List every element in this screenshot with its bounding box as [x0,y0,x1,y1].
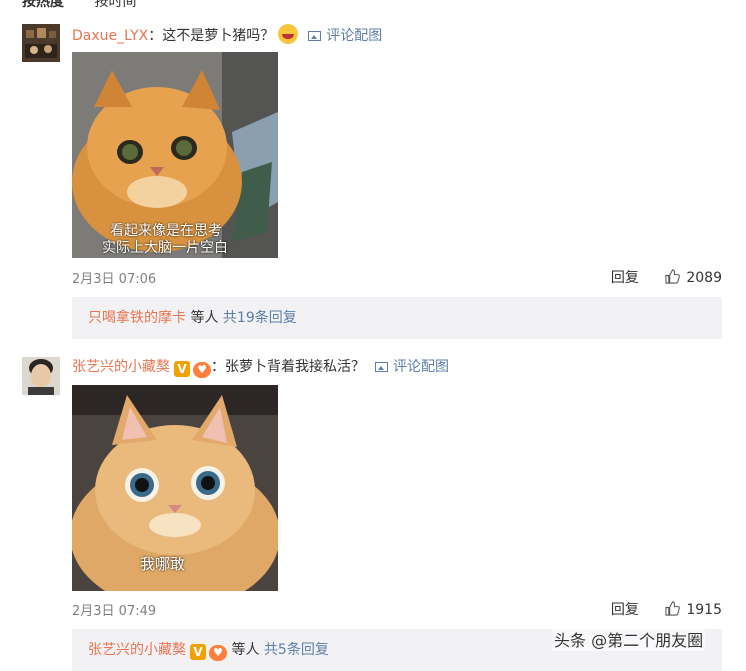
like-button[interactable]: 2089 [665,269,722,286]
avatar[interactable] [22,24,60,62]
thumbs-up-icon [665,269,681,284]
comment-photo[interactable]: 我哪敢 [72,385,278,591]
sort-hot-tab[interactable]: 按热度 [22,0,64,10]
reply-user-link[interactable]: 只喝拿铁的摩卡 [88,310,186,326]
reply-button[interactable]: 回复 [611,602,639,618]
thumbs-up-icon [665,601,681,616]
view-replies-link[interactable]: 共5条回复 [264,642,329,658]
view-replies-link[interactable]: 共19条回复 [223,310,297,326]
username-link[interactable]: Daxue_LYX [72,28,148,44]
reply-mid-text: 等人 [186,310,223,326]
comment-line: Daxue_LYX：这不是萝卜猪吗？ 评论配图 [72,24,382,46]
like-count: 1915 [686,602,722,618]
comment-actions: 回复 2089 [611,267,722,287]
comment-2: 张艺兴的小藏獒 V ♥ ：张萝卜背着我接私活？ 评论配图 我哪敢 2月3日 07:49 … [22,357,722,671]
sort-time-tab[interactable]: 按时间 [94,0,136,10]
image-caption-2: 实际上大脑一片空白 [102,240,228,256]
comment-pic-label: 评论配图 [326,28,383,44]
comment-text: ：张萝卜背着我接私活？ [211,359,365,375]
reply-mid-text: 等人 [227,642,264,658]
verified-badge-icon: V [190,644,206,660]
verified-badge-icon: V [174,361,190,377]
reply-user-link[interactable]: 张艺兴的小藏獒 [88,642,186,658]
comment-photo[interactable]: 看起来像是在思考 实际上大脑一片空白 [72,52,278,258]
fan-badge-icon: ♥ [209,645,227,661]
comment-1: Daxue_LYX：这不是萝卜猪吗？ 评论配图 看起来像是在思考 实际上大脑一片空… [22,24,722,339]
username-link[interactable]: 张艺兴的小藏獒 [72,359,170,375]
reply-button[interactable]: 回复 [611,270,639,286]
comment-pic-label: 评论配图 [393,359,449,375]
comment-date: 2月3日 07:49 [72,604,157,619]
watermark: 头条 @第二个朋友圈 [552,627,706,651]
like-count: 2089 [686,270,722,286]
comment-pic-link[interactable]: 评论配图 [308,28,382,44]
image-caption-1: 我哪敢 [140,555,186,573]
comment-line: 张艺兴的小藏獒 V ♥ ：张萝卜背着我接私活？ 评论配图 [72,357,449,378]
avatar[interactable] [22,357,60,395]
comment-pic-link[interactable]: 评论配图 [375,359,449,375]
reply-summary: 只喝拿铁的摩卡 等人 共19条回复 [72,297,722,339]
comment-actions: 回复 1915 [611,599,722,619]
laughing-emoji-icon [278,24,299,44]
comment-text: ：这不是萝卜猪吗？ [148,28,275,44]
fan-badge-icon: ♥ [193,362,211,378]
like-button[interactable]: 1915 [665,601,722,618]
comment-date: 2月3日 07:06 [72,272,157,287]
sort-tabs: 按热度 按时间 [22,0,162,11]
image-icon [375,362,388,372]
image-icon [308,31,322,41]
